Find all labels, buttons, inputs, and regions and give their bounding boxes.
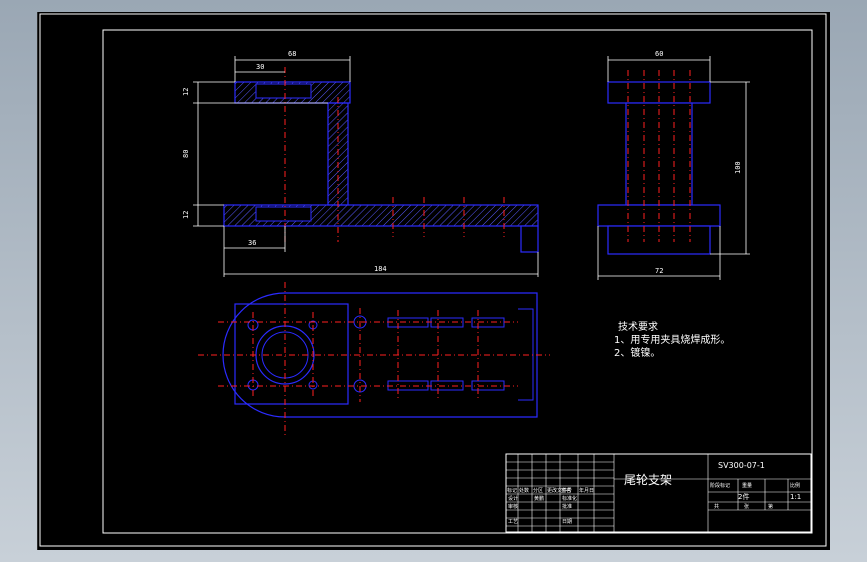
side-view: 60 100 72 bbox=[597, 50, 750, 280]
front-view: 68 30 12 80 12 36 184 bbox=[182, 50, 539, 277]
tb-design-label: 设计 bbox=[508, 495, 518, 502]
tb-row-label-zone: 分区 bbox=[533, 487, 543, 494]
dim-80: 80 bbox=[182, 150, 190, 158]
tb-weight-label: 重量 bbox=[742, 482, 752, 489]
tb-row-label-sign: 签名 bbox=[561, 487, 571, 494]
note-2: 2、镀镍。 bbox=[614, 346, 660, 359]
drawing-code: SV300-07-1 bbox=[718, 461, 765, 470]
tb-sheet-label: 第 bbox=[768, 503, 773, 510]
tb-scale-value: 1:1 bbox=[790, 493, 801, 501]
dim-12-top: 12 bbox=[182, 88, 190, 96]
dim-36: 36 bbox=[248, 239, 256, 247]
drawing-sheet: 68 30 12 80 12 36 184 60 100 72 技术要求 1、用… bbox=[39, 13, 827, 547]
tb-row-label-mark: 标记 bbox=[507, 487, 517, 494]
tb-row-label-count: 处数 bbox=[519, 487, 529, 494]
tb-row-label-date: 年月日 bbox=[579, 487, 594, 494]
tb-page-label: 张 bbox=[744, 503, 749, 510]
technical-notes: 技术要求 1、用专用夹具烧焊成形。 2、镀镍。 bbox=[614, 320, 730, 359]
dim-68: 68 bbox=[288, 50, 296, 58]
notes-heading: 技术要求 bbox=[618, 320, 658, 333]
tb-scale-label: 比例 bbox=[790, 482, 800, 489]
tb-quantity-value: 2件 bbox=[738, 492, 749, 501]
dim-30: 30 bbox=[256, 63, 264, 71]
dim-12-base: 12 bbox=[182, 211, 190, 219]
tb-process-label: 工艺 bbox=[508, 519, 518, 525]
plan-view bbox=[198, 282, 550, 437]
drawing-border bbox=[102, 29, 813, 534]
top-plate-bore bbox=[255, 83, 312, 99]
dim-72: 72 bbox=[655, 267, 663, 275]
tb-standardize-label: 标准化 bbox=[562, 495, 577, 502]
tb-design-name: 黄鹏 bbox=[534, 495, 544, 502]
title-block: 尾轮支架 SV300-07-1 标记 处数 分区 更改文件号 签名 年月日 设计… bbox=[505, 453, 812, 533]
base-plate-bore bbox=[255, 206, 312, 222]
end-flange bbox=[520, 225, 539, 253]
tb-stage-label: 阶段标记 bbox=[710, 482, 730, 489]
tb-check-label: 审核 bbox=[508, 503, 518, 510]
dim-60: 60 bbox=[655, 50, 663, 58]
note-1: 1、用专用夹具烧焊成形。 bbox=[614, 333, 730, 346]
drawing-title: 尾轮支架 bbox=[624, 473, 672, 487]
cad-viewport[interactable]: 68 30 12 80 12 36 184 60 100 72 技术要求 1、用… bbox=[37, 12, 830, 550]
tb-approve-label: 批准 bbox=[562, 503, 572, 510]
tb-date-label: 日期 bbox=[562, 519, 572, 525]
dim-184: 184 bbox=[374, 265, 387, 273]
tb-count-label: 共 bbox=[714, 503, 719, 510]
dim-100: 100 bbox=[734, 161, 742, 174]
